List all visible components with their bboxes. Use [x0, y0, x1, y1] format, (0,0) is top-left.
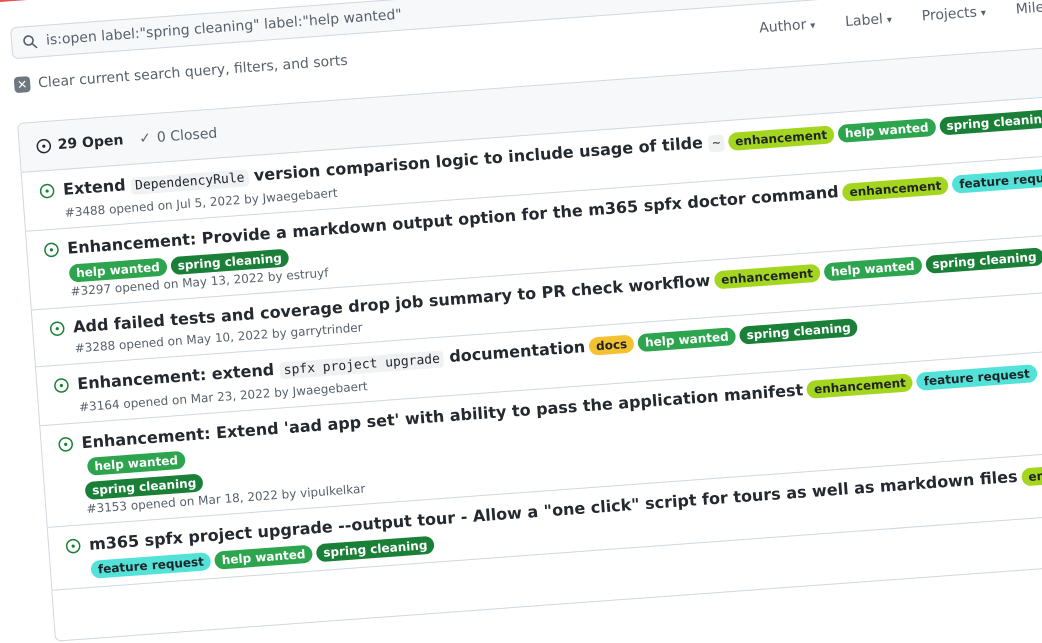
issue-opened-icon [54, 377, 69, 393]
filter-label-label: Label [844, 11, 884, 31]
label-help-wanted[interactable]: help wanted [214, 544, 313, 570]
inline-code: ~ [707, 134, 725, 153]
open-issues-tab[interactable]: 29 Open [35, 132, 124, 154]
filter-author-label: Author [758, 17, 807, 37]
filter-milestones[interactable]: Milestones▾ [1015, 0, 1042, 18]
issue-opened-icon [44, 242, 59, 258]
filter-author[interactable]: Author ▾ [759, 16, 816, 36]
caret-down-icon: ▾ [980, 7, 987, 20]
inline-code: DependencyRule [130, 169, 250, 195]
label-enhancement[interactable]: enhancement [1020, 460, 1042, 486]
search-query-text: is:open label:"spring cleaning" label:"h… [45, 6, 403, 49]
label-spring-cleaning[interactable]: spring cleaning [315, 535, 435, 562]
issue-title-text: Extend [62, 174, 132, 199]
caret-down-icon: ▾ [886, 14, 893, 27]
issue-title-text: documentation [443, 336, 586, 366]
top-accent-bar [0, 0, 35, 3]
filter-label[interactable]: Label ▾ [845, 11, 893, 30]
clear-filters-button[interactable]: ✕ Clear current search query, filters, a… [13, 52, 349, 94]
filter-milestones-label: Milestones [1015, 0, 1042, 18]
check-icon: ✓ [138, 130, 152, 148]
label-feature-request[interactable]: feature request [916, 364, 1038, 391]
issues-list: 29 Open ✓ 0 Closed Extend DependencyRule… [17, 42, 1042, 642]
open-count: 29 Open [57, 132, 124, 154]
issue-opened-icon [49, 320, 65, 336]
issue-opened-icon [36, 138, 52, 154]
label-help-wanted[interactable]: help wanted [837, 117, 937, 143]
issue-opened-icon [58, 436, 73, 452]
label-help-wanted[interactable]: help wanted [637, 327, 737, 353]
filter-projects-label: Projects [921, 4, 978, 25]
label-enhancement[interactable]: enhancement [806, 373, 914, 399]
closed-issues-tab[interactable]: ✓ 0 Closed [139, 125, 218, 147]
issue-opened-icon [65, 538, 81, 554]
filter-projects[interactable]: Projects ▾ [921, 4, 986, 25]
label-feature-request[interactable]: feature request [951, 166, 1042, 194]
caret-down-icon: ▾ [809, 20, 816, 32]
label-help-wanted[interactable]: help wanted [823, 256, 923, 282]
issue-opened-icon [39, 183, 55, 199]
search-icon [23, 35, 38, 49]
close-icon: ✕ [13, 76, 31, 94]
label-spring-cleaning[interactable]: spring cleaning [924, 247, 1042, 274]
search-input[interactable]: is:open label:"spring cleaning" label:"h… [10, 0, 1042, 60]
label-spring-cleaning[interactable]: spring cleaning [938, 108, 1042, 136]
label-spring-cleaning[interactable]: spring cleaning [738, 318, 859, 345]
label-enhancement[interactable]: enhancement [841, 175, 949, 202]
label-enhancement[interactable]: enhancement [727, 124, 835, 151]
issues-page: is:open label:"spring cleaning" label:"h… [0, 0, 1042, 642]
label-help-wanted[interactable]: help wanted [86, 450, 186, 476]
clear-filters-label: Clear current search query, filters, and… [37, 52, 349, 92]
label-enhancement[interactable]: enhancement [713, 263, 821, 290]
issue-rows: Extend DependencyRule version comparison… [21, 92, 1042, 591]
label-docs[interactable]: docs [588, 334, 635, 356]
filter-bar: Author▾ Label▾ Projects▾ Milestones▾ [759, 0, 1042, 36]
label-feature-request[interactable]: feature request [90, 551, 212, 579]
closed-count: 0 Closed [156, 125, 218, 146]
